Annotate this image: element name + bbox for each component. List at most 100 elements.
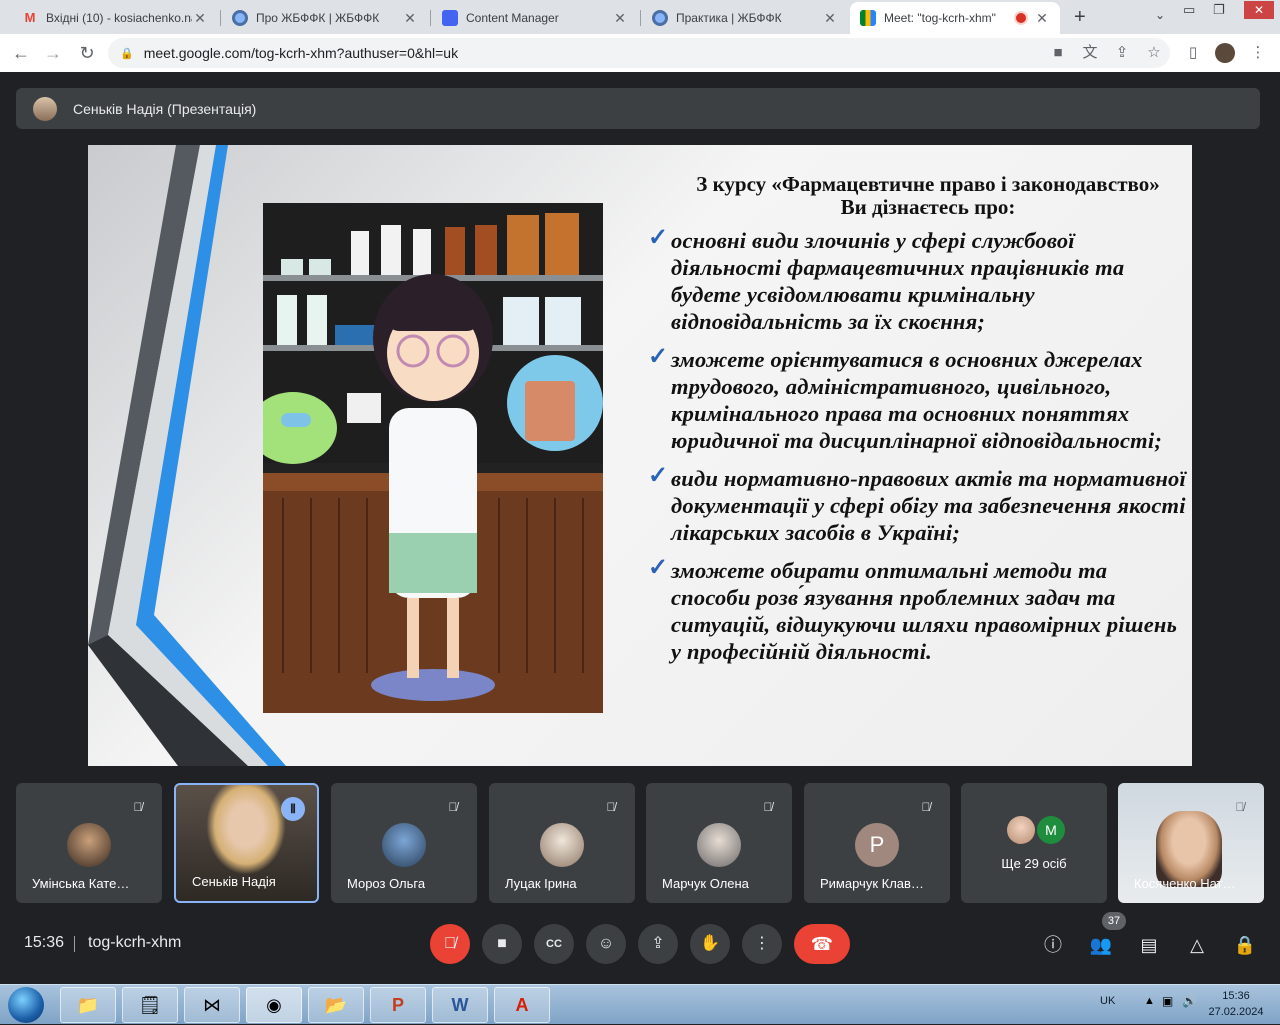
tab-title: Про ЖБФФК | ЖБФФК [256, 11, 380, 25]
tab-about[interactable]: Про ЖБФФК | ЖБФФК ✕ [222, 4, 428, 32]
address-bar[interactable]: 🔒 meet.google.com/tog-kcrh-xhm?authuser=… [108, 38, 1170, 68]
pdf-taskbar-icon[interactable]: A [494, 987, 550, 1023]
participant-tile[interactable]: 🎙̸ Косяченко Нат… [1118, 783, 1264, 903]
minimize-icon[interactable]: ▭ [1183, 2, 1195, 18]
participant-tile-speaking[interactable]: ⦀ Сеньків Надія [174, 783, 319, 903]
participant-name: Римарчук Клав… [820, 876, 924, 891]
more-participants-tile[interactable]: M Ще 29 осіб [961, 783, 1107, 903]
word-taskbar-icon[interactable]: W [432, 987, 488, 1023]
slide-bullet: ✓ види нормативно-правових актів та норм… [648, 463, 1188, 546]
folder-taskbar-icon[interactable]: 📂 [308, 987, 364, 1023]
presentation-slide: З курсу «Фармацевтичне право і законодав… [88, 145, 1192, 766]
side-panel-icon[interactable]: ▯ [1183, 43, 1203, 63]
tray-clock-time[interactable]: 15:36 [1206, 990, 1266, 1002]
chat-icon[interactable]: ▤ [1136, 932, 1162, 958]
people-icon[interactable]: 👥 [1088, 932, 1114, 958]
avatar [1007, 816, 1035, 844]
close-icon[interactable]: ✕ [1034, 10, 1050, 27]
participant-name: Марчук Олена [662, 876, 749, 891]
network-icon[interactable]: ▣ [1162, 994, 1173, 1008]
meet-controls-bar: 15:36 tog-kcrh-xhm 🎙̸ ■ CC ☺ ⇪ ✋ ⋮ ☎ ⓘ 👥… [0, 910, 1280, 980]
more-options-button[interactable]: ⋮ [742, 924, 782, 964]
translate-icon[interactable]: 文 [1080, 43, 1100, 63]
mic-off-button[interactable]: 🎙̸ [430, 924, 470, 964]
avatar: M [1037, 816, 1065, 844]
mic-off-icon: 🎙̸ [448, 800, 458, 814]
avatar [33, 96, 57, 121]
tray-expand-icon[interactable]: ▲ [1144, 995, 1155, 1007]
forward-icon[interactable]: → [42, 42, 64, 64]
tab-title: Вхідні (10) - kosiachenko.na [46, 11, 192, 25]
bookmark-star-icon[interactable]: ☆ [1144, 43, 1164, 63]
presenter-bar: Сеньків Надія (Презентація) [16, 88, 1260, 129]
camera-icon[interactable]: ■ [1048, 43, 1068, 63]
slide-heading: З курсу «Фармацевтичне право і законодав… [668, 173, 1188, 219]
close-icon[interactable]: ✕ [402, 10, 418, 27]
slide-heading-line: Ви дізнаєтесь про: [840, 195, 1016, 219]
window-close-icon[interactable]: ✕ [1244, 1, 1274, 19]
presenter-label: Сеньків Надія (Презентація) [73, 100, 257, 117]
raise-hand-button[interactable]: ✋ [690, 924, 730, 964]
close-icon[interactable]: ✕ [822, 10, 838, 27]
close-icon[interactable]: ✕ [612, 10, 628, 27]
slide-bullet: ✓ зможете орієнтуватися в основних джере… [648, 344, 1188, 454]
chrome-taskbar-icon[interactable]: ◉ [246, 987, 302, 1023]
participant-name: Косяченко Нат… [1134, 876, 1236, 891]
menu-kebab-icon[interactable]: ⋮ [1248, 43, 1268, 63]
participant-tile[interactable]: 🎙̸ P Римарчук Клав… [804, 783, 950, 903]
mic-off-icon: 🎙̸ [1235, 800, 1245, 814]
emoji-button[interactable]: ☺ [586, 924, 626, 964]
slide-text: З курсу «Фармацевтичне право і законодав… [648, 173, 1188, 665]
participant-tile[interactable]: 🎙̸ Мороз Ольга [331, 783, 477, 903]
reload-icon[interactable]: ↻ [76, 42, 98, 64]
participant-name: Сеньків Надія [192, 874, 276, 889]
system-tray: UK ▲ ▣ 🔊 15:36 27.02.2024 [1070, 985, 1280, 1025]
tray-clock-date[interactable]: 27.02.2024 [1206, 1006, 1266, 1018]
info-icon[interactable]: ⓘ [1040, 932, 1066, 958]
lock-icon: 🔒 [120, 47, 134, 60]
volume-icon[interactable]: 🔊 [1182, 994, 1197, 1008]
share-icon[interactable]: ⇪ [1112, 43, 1132, 63]
present-screen-button[interactable]: ⇪ [638, 924, 678, 964]
participant-tile[interactable]: 🎙̸ Луцак Ірина [489, 783, 635, 903]
tab-separator [640, 10, 641, 26]
avatar-initial: P [869, 832, 885, 857]
tab-title: Content Manager [466, 11, 559, 25]
new-tab-icon[interactable]: + [1074, 6, 1086, 29]
participant-tile[interactable]: 🎙̸ Марчук Олена [646, 783, 792, 903]
tab-meet[interactable]: Meet: "tog-kcrh-xhm" ✕ [850, 2, 1060, 34]
activities-icon[interactable]: △ [1184, 932, 1210, 958]
meet-icon [860, 10, 876, 26]
close-icon[interactable]: ✕ [192, 10, 208, 27]
back-icon[interactable]: ← [10, 42, 32, 64]
captions-button[interactable]: CC [534, 924, 574, 964]
gmail-icon: M [24, 10, 36, 25]
slide-bullet-text: зможете орієнтуватися в основних джерела… [671, 347, 1163, 453]
chevron-down-icon[interactable]: ⌄ [1155, 8, 1165, 22]
camera-button[interactable]: ■ [482, 924, 522, 964]
avatar: P [855, 823, 899, 867]
tab-practice[interactable]: Практика | ЖБФФК ✕ [642, 4, 848, 32]
tab-content-manager[interactable]: Content Manager ✕ [432, 4, 638, 32]
host-controls-icon[interactable]: 🔒 [1232, 932, 1258, 958]
checkmark-icon: ✓ [648, 225, 669, 251]
leave-call-button[interactable]: ☎ [794, 924, 850, 964]
content-manager-icon [442, 10, 458, 26]
input-language[interactable]: UK [1100, 995, 1115, 1007]
restore-icon[interactable]: ❐ [1213, 2, 1225, 18]
powerpoint-taskbar-icon[interactable]: P [370, 987, 426, 1023]
profile-avatar[interactable] [1215, 43, 1235, 63]
start-button[interactable] [8, 987, 44, 1023]
notes-taskbar-icon[interactable]: 🗒 [122, 987, 178, 1023]
slide-bullet-text: види нормативно-правових актів та нормат… [671, 466, 1186, 545]
slide-bullet-text: зможете обирати оптимальні методи та спо… [671, 558, 1178, 664]
explorer-taskbar-icon[interactable]: 📁 [60, 987, 116, 1023]
mic-off-icon: 🎙̸ [133, 800, 143, 814]
slide-bullet: ✓ зможете обирати оптимальні методи та с… [648, 555, 1188, 665]
media-taskbar-icon[interactable]: ⋈ [184, 987, 240, 1023]
mic-off-icon: 🎙̸ [606, 800, 616, 814]
meeting-code: tog-kcrh-xhm [88, 934, 182, 951]
participant-tile[interactable]: 🎙̸ Умінська Кате… [16, 783, 162, 903]
tab-gmail[interactable]: M Вхідні (10) - kosiachenko.na ✕ [12, 4, 218, 32]
checkmark-icon: ✓ [648, 463, 669, 489]
